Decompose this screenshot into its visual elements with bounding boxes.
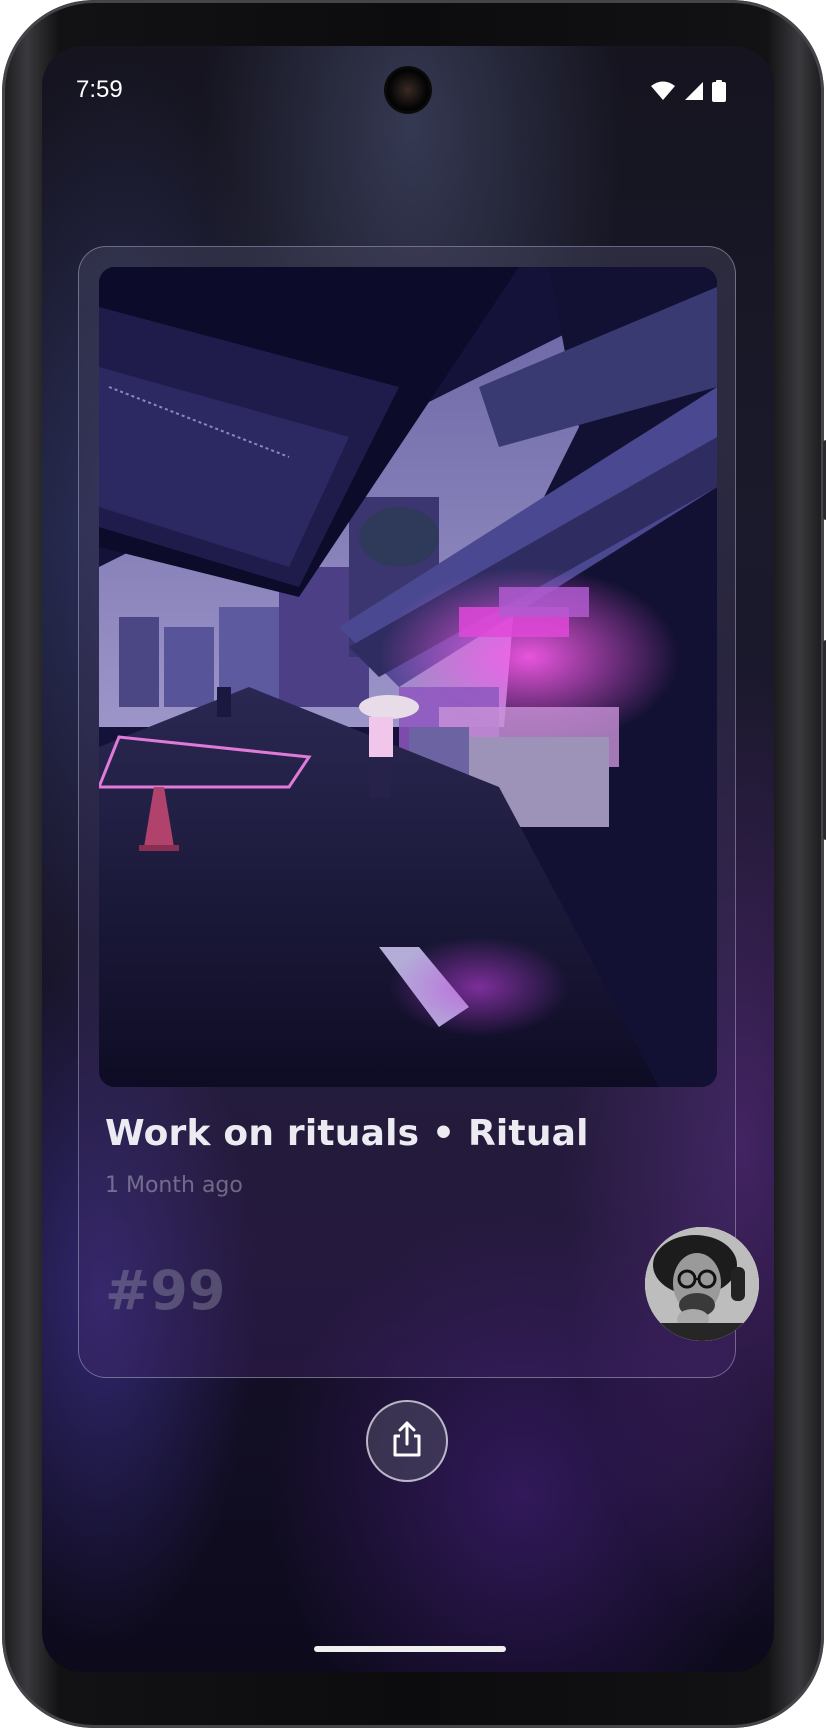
ritual-card[interactable]: Work on rituals • Ritual 1 Month ago #99 bbox=[78, 246, 759, 1378]
status-icons bbox=[650, 80, 726, 102]
user-avatar[interactable] bbox=[645, 1227, 759, 1341]
front-camera bbox=[386, 68, 430, 112]
status-bar: 7:59 bbox=[42, 46, 774, 138]
share-icon bbox=[390, 1420, 424, 1462]
card-timestamp: 1 Month ago bbox=[105, 1173, 243, 1198]
status-time: 7:59 bbox=[76, 76, 123, 103]
share-button[interactable] bbox=[366, 1400, 448, 1482]
card-title: Work on rituals • Ritual bbox=[105, 1113, 589, 1154]
screen: 7:59 Work on rituals • Ritual 1 Month ag… bbox=[42, 46, 774, 1672]
phone-frame: 7:59 Work on rituals • Ritual 1 Month ag… bbox=[2, 0, 826, 1728]
wifi-icon bbox=[650, 81, 676, 101]
battery-icon bbox=[712, 80, 726, 102]
rainy-neon-street-photo[interactable] bbox=[99, 267, 717, 1087]
card-number: #99 bbox=[105, 1259, 226, 1322]
cell-signal-icon bbox=[684, 81, 704, 101]
home-indicator[interactable] bbox=[314, 1646, 506, 1652]
